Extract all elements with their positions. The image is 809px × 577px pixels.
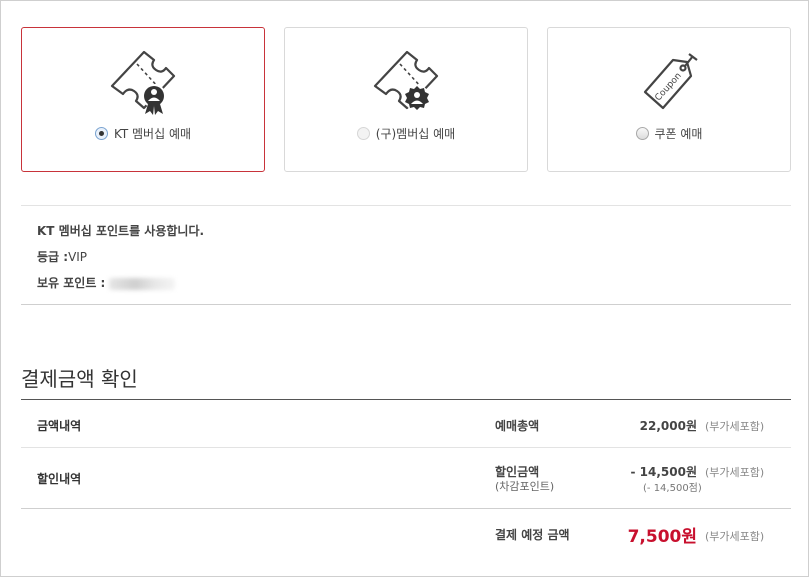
- payment-title: 결제금액 확인: [21, 367, 138, 391]
- total-value: 22,000원: [639, 419, 697, 433]
- option-label: 쿠폰 예매: [654, 126, 703, 141]
- vat-note: (부가세포함): [705, 466, 765, 479]
- membership-info: KT 멤버십 포인트를 사용합니다. 등급 :VIP 보유 포인트 :: [21, 205, 791, 305]
- final-value: 7,500원: [627, 527, 697, 547]
- vat-note: (부가세포함): [705, 530, 765, 543]
- radio-coupon[interactable]: [635, 126, 649, 140]
- coupon-tag-icon: Coupon: [643, 53, 698, 110]
- payment-summary-table: 금액내역 예매총액 22,000원 (부가세포함) 할인내역 할인금액 (차감포…: [21, 399, 791, 559]
- total-label: 예매총액: [495, 419, 540, 433]
- discount-points: (- 14,500점): [643, 483, 702, 494]
- grade-label: 등급 :: [37, 250, 69, 264]
- ticket-seal-icon: [373, 50, 439, 111]
- page-frame: KT 멤버십 예매 (구)멤버십 예매 Coupon 쿠폰 예매 KT 멤버십 …: [0, 0, 809, 577]
- grade-line: 등급 :VIP: [37, 248, 87, 265]
- points-line: 보유 포인트 :: [37, 274, 176, 291]
- row-head: 할인내역: [37, 472, 82, 486]
- row-head: 금액내역: [37, 419, 82, 433]
- final-label: 결제 예정 금액: [495, 528, 570, 542]
- radio-old-membership[interactable]: [356, 126, 370, 140]
- membership-notice: KT 멤버십 포인트를 사용합니다.: [37, 224, 205, 238]
- option-label: KT 멤버십 예매: [113, 126, 192, 141]
- option-coupon[interactable]: Coupon 쿠폰 예매: [547, 27, 791, 172]
- table-row-amount: 금액내역 예매총액 22,000원 (부가세포함): [21, 400, 791, 448]
- points-label: 보유 포인트 :: [37, 276, 106, 290]
- option-old-membership[interactable]: (구)멤버십 예매: [284, 27, 528, 172]
- discount-value: - 14,500원: [630, 465, 697, 479]
- vat-note: (부가세포함): [705, 420, 765, 433]
- option-kt-membership[interactable]: KT 멤버십 예매: [21, 27, 265, 172]
- booking-method-options: KT 멤버십 예매 (구)멤버십 예매 Coupon 쿠폰 예매: [21, 27, 791, 172]
- points-value-redacted: [109, 277, 176, 290]
- option-label: (구)멤버십 예매: [375, 126, 456, 141]
- ticket-badge-icon: [110, 50, 176, 115]
- radio-kt-membership[interactable]: [94, 126, 108, 140]
- table-row-discount: 할인내역 할인금액 (차감포인트) - 14,500원 (부가세포함) (- 1…: [21, 448, 791, 509]
- grade-value: VIP: [68, 250, 88, 264]
- discount-sublabel: (차감포인트): [495, 480, 555, 493]
- table-row-final: 결제 예정 금액 7,500원 (부가세포함): [21, 509, 791, 561]
